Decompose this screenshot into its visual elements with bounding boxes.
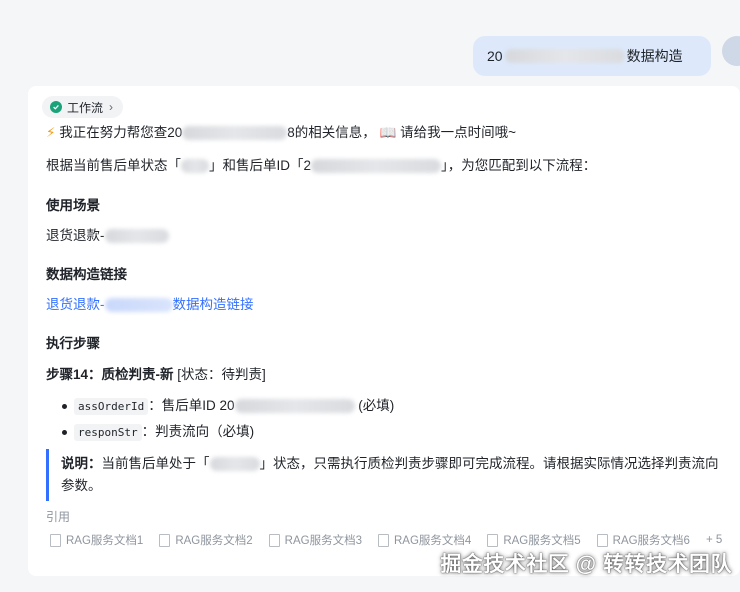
bullet-dot: [62, 404, 67, 409]
step-status: [状态：待判责]: [177, 367, 266, 382]
scene-heading: 使用场景: [46, 198, 100, 213]
bullet-dot: [62, 430, 67, 435]
match-text-1: 根据当前售后单状态「: [46, 158, 181, 173]
document-icon: [596, 533, 608, 547]
intro-text-1: 我正在努力帮您查20: [59, 125, 183, 140]
reference-item[interactable]: RAG服务文档4: [377, 532, 472, 548]
workflow-label: 工作流: [67, 100, 104, 115]
document-icon: [50, 533, 61, 547]
redacted-text: [311, 159, 442, 174]
match-text-3: 」，为您匹配到以下流程：: [441, 158, 597, 173]
workflow-tag[interactable]: 工作流 ›: [42, 96, 124, 118]
reference-item[interactable]: RAG服务文档5: [487, 532, 581, 548]
param-text: ：售后单ID 20: [148, 398, 235, 413]
scene-value-text: 退货退款-: [46, 228, 105, 243]
reference-label: RAG服务文档3: [284, 535, 362, 547]
reference-label: RAG服务文档4: [393, 535, 472, 547]
param-code: responStr: [74, 424, 142, 441]
steps-heading: 执行步骤: [46, 336, 100, 351]
book-icon: 📖: [379, 125, 397, 140]
document-icon: [487, 533, 499, 547]
link-suffix: 数据构造链接: [172, 297, 254, 312]
redacted-text: [104, 298, 173, 313]
user-message-bubble: 20 数据构造: [473, 36, 711, 76]
step-title: 步骤14：质检判责-新: [46, 367, 174, 382]
reference-item[interactable]: RAG服务文档1: [50, 532, 143, 548]
redacted-text: [181, 159, 209, 174]
redacted-text: [234, 399, 355, 414]
document-icon: [159, 533, 171, 547]
note-callout: 说明：当前售后单处于「 」状态，只需执行质检判责步骤即可完成流程。请根据实际情况选…: [46, 449, 721, 501]
redacted-text: [182, 126, 288, 141]
intro-text-3: 请给我一点时间哦~: [400, 125, 517, 140]
redacted-text: [104, 229, 169, 244]
redacted-text: [209, 457, 260, 472]
param-required: (必填): [358, 398, 395, 413]
link-heading: 数据构造链接: [46, 267, 127, 282]
intro-line: ⚡ 我正在努力帮您查20 8的相关信息， 📖 请给我一点时间哦~: [46, 123, 516, 143]
assistant-response-card: 工作流 › ⚡ 我正在努力帮您查20 8的相关信息， 📖 请给我一点时间哦~ 根据…: [28, 86, 740, 576]
reference-label: RAG服务文档2: [175, 535, 253, 547]
lightning-icon: ⚡: [46, 125, 56, 140]
reference-label: RAG服务文档5: [503, 535, 581, 547]
user-message-suffix: 数据构造: [626, 48, 683, 64]
match-text-2: 」和售后单ID「2: [209, 158, 312, 173]
reference-item[interactable]: RAG服务文档3: [268, 532, 362, 548]
param-row-1: assOrderId ：售后单ID 20 (必填): [74, 396, 394, 417]
check-circle-icon: [50, 101, 62, 113]
note-label: 说明：: [61, 456, 102, 471]
param-row-2: responStr ：判责流向（必填): [74, 422, 254, 443]
reference-label: RAG服务文档1: [66, 535, 144, 547]
references-label: 引用: [46, 510, 71, 524]
reference-label: RAG服务文档6: [612, 535, 690, 547]
note-text-1: 当前售后单处于「: [101, 456, 210, 471]
references-more[interactable]: + 5: [706, 532, 722, 548]
scene-value: 退货退款-: [46, 226, 169, 246]
document-icon: [268, 533, 280, 547]
reference-item[interactable]: RAG服务文档6: [596, 532, 690, 548]
document-icon: [377, 533, 389, 547]
param-code: assOrderId: [74, 398, 149, 415]
link-prefix: 退货退款-: [46, 297, 105, 312]
param-text: ：判责流向（必填): [141, 424, 255, 439]
reference-item[interactable]: RAG服务文档2: [159, 532, 253, 548]
redacted-text: [504, 49, 625, 63]
match-line: 根据当前售后单状态「 」和售后单ID「2 」，为您匹配到以下流程：: [46, 156, 596, 176]
watermark: 掘金技术社区 @ 转转技术团队: [440, 553, 732, 576]
data-construct-link[interactable]: 退货退款- 数据构造链接: [46, 295, 254, 315]
chevron-right-icon: ›: [109, 100, 114, 114]
references-list: RAG服务文档1 RAG服务文档2 RAG服务文档3 RAG服务文档4 RAG服…: [50, 532, 722, 548]
intro-text-2: 8的相关信息，: [287, 125, 376, 140]
user-message-prefix: 20: [487, 48, 503, 64]
user-avatar: [722, 36, 740, 66]
step-title-line: 步骤14：质检判责-新 [状态：待判责]: [46, 365, 266, 385]
